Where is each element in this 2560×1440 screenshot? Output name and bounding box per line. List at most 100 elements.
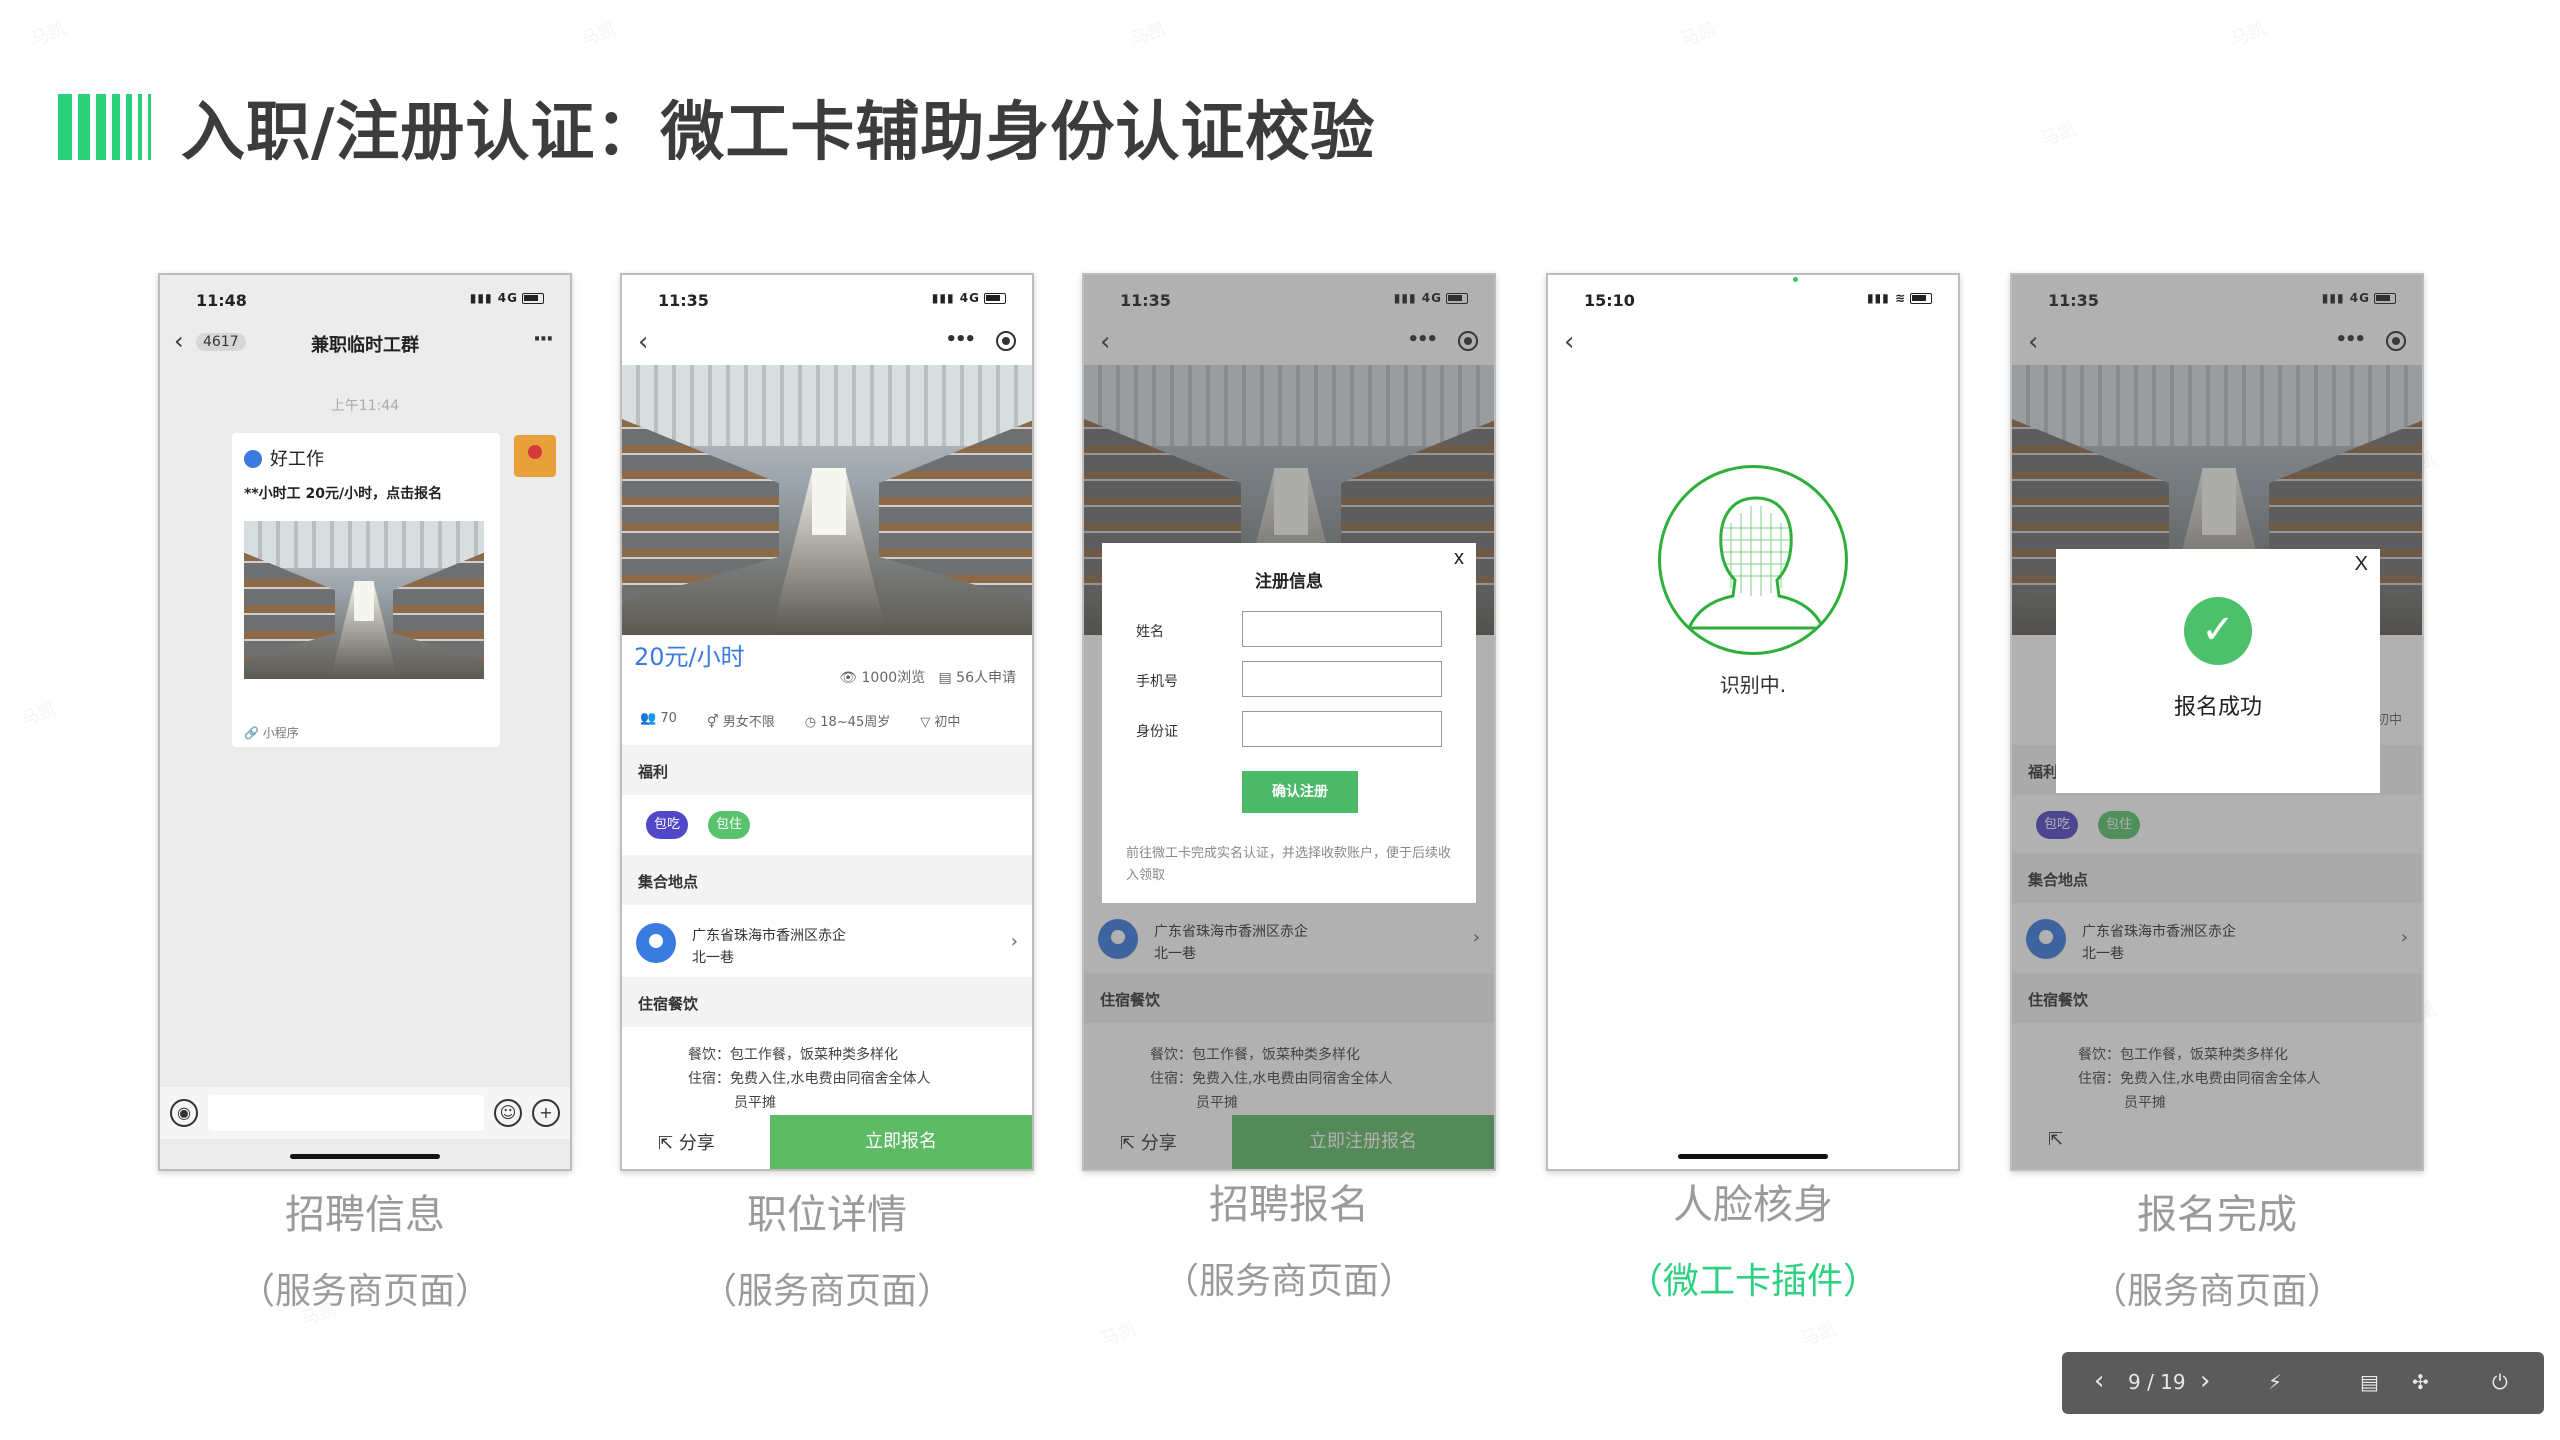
check-icon: ✓ [2184, 597, 2252, 665]
mini-program-label: 🔗 小程序 [244, 726, 299, 740]
plus-icon[interactable]: + [532, 1099, 560, 1127]
modal-title: 注册信息 [1255, 572, 1323, 592]
message-timestamp: 上午11:44 [330, 398, 400, 414]
field-label: 姓名 [1136, 624, 1164, 640]
job-stats: 👁 1000浏览 ▤ 56人申请 [839, 670, 1016, 686]
field-label: 身份证 [1136, 724, 1178, 740]
section-welfare: 福利 [622, 745, 1032, 795]
stripes-logo-icon [58, 94, 151, 160]
job-price: 20元/小时 [634, 643, 745, 671]
back-icon[interactable]: ‹ [638, 327, 648, 357]
phone-field: 手机号 [1136, 661, 1442, 699]
watermark: 马凯 [577, 15, 620, 52]
name-field: 姓名 [1136, 611, 1442, 649]
watermark: 马凯 [17, 695, 60, 732]
navbar: ‹ [1548, 321, 1958, 365]
status-bar: 15:10 ▮▮▮ ≋ [1548, 275, 1958, 325]
caption-title: 报名完成 [2137, 1192, 2297, 1238]
recording-dot-icon [1793, 277, 1798, 282]
chat-navbar: ‹ 4617 兼职临时工群 ··· [160, 321, 570, 365]
more-icon[interactable]: ··· [533, 327, 554, 352]
id-card-input[interactable] [1242, 711, 1442, 747]
navbar: ‹ ••• [622, 321, 1032, 365]
watermark: 马凯 [1677, 15, 1720, 52]
avatar[interactable] [514, 435, 556, 477]
battery-icon [984, 293, 1006, 304]
watermark: 马凯 [1097, 1315, 1140, 1352]
face-scan-icon [1658, 465, 1848, 655]
caption-signup-success: 报名完成 （服务商页面） [2010, 1182, 2424, 1314]
phone-recruit-info: 11:48 ▮▮▮ 4G ‹ 4617 兼职临时工群 ··· 上午11:44 好… [158, 273, 572, 1171]
tag-education: ▽ 初中 [920, 715, 961, 730]
status-bar: 11:48 ▮▮▮ 4G [160, 275, 570, 325]
chip-housing: 包住 [708, 811, 750, 839]
field-label: 手机号 [1136, 674, 1178, 690]
caption-subtitle: （服务商页面） [1162, 1261, 1415, 1302]
chat-input-bar: ◉ ☺ + [160, 1087, 570, 1139]
status-time: 11:35 [658, 291, 709, 310]
section-lodging: 住宿餐饮 [622, 977, 1032, 1027]
card-brand: 好工作 [244, 445, 324, 471]
home-indicator [1678, 1154, 1828, 1159]
emoji-icon[interactable]: ☺ [494, 1099, 522, 1127]
watermark: 马凯 [2227, 15, 2270, 52]
section-location: 集合地点 [622, 855, 1032, 905]
mini-program-card[interactable]: 好工作 **小时工 20元/小时，点击报名 🔗 小程序 [232, 433, 500, 747]
location-pin-icon [636, 923, 676, 963]
notes-icon[interactable]: ▤ [2360, 1370, 2379, 1394]
page-indicator: 9 / 19 [2128, 1370, 2186, 1394]
next-slide-icon[interactable]: › [2200, 1366, 2210, 1396]
signal-indicator: ▮▮▮ ≋ [1867, 291, 1932, 305]
caption-subtitle: （服务商页面） [238, 1271, 491, 1312]
confirm-register-button[interactable]: 确认注册 [1242, 771, 1358, 813]
success-text: 报名成功 [2173, 695, 2262, 720]
card-text: **小时工 20元/小时，点击报名 [244, 486, 443, 502]
location-row[interactable]: 广东省珠海市香洲区赤企 北一巷 › [636, 915, 1018, 971]
phone-signup-success: 11:35 ▮▮▮ 4G ‹ ••• 初中 福利 包吃 包住 集合地点 广东省珠… [2010, 273, 2424, 1171]
recognizing-text: 识别中. [1719, 673, 1787, 697]
lodging-details: 餐饮：包工作餐，饭菜种类多样化 住宿：免费入住,水电费由同宿舍全体人 员平摊 [688, 1047, 931, 1111]
name-input[interactable] [1242, 611, 1442, 647]
chevron-right-icon: › [1010, 931, 1018, 952]
brand-logo-icon [244, 450, 262, 468]
phone-face-verification: 15:10 ▮▮▮ ≋ ‹ 识别中. [1546, 273, 1960, 1171]
success-modal: X ✓ 报名成功 [2056, 549, 2380, 793]
slide-header: 入职/注册认证：微工卡辅助身份认证校验 [58, 92, 1375, 170]
status-time: 15:10 [1584, 291, 1635, 310]
bottom-action-bar: ⇱ 分享 立即报名 [622, 1115, 1032, 1169]
more-icon[interactable]: ••• [945, 329, 975, 350]
close-miniprogram-icon[interactable] [996, 331, 1016, 351]
status-bar: 11:35 ▮▮▮ 4G [622, 275, 1032, 325]
phone-job-detail: 11:35 ▮▮▮ 4G ‹ ••• 20元/小时 👁 1000浏览 ▤ 56人… [620, 273, 1034, 1171]
exit-fullscreen-icon[interactable]: ✣ [2412, 1370, 2429, 1394]
registration-modal: x 注册信息 姓名 手机号 身份证 确认注册 前往微工卡完成实名认证，并选择收款… [1102, 543, 1476, 903]
apply-button[interactable]: 立即报名 [770, 1115, 1032, 1169]
signal-indicator: ▮▮▮ 4G [932, 291, 1006, 305]
phone-input[interactable] [1242, 661, 1442, 697]
battery-icon [1910, 293, 1932, 304]
power-icon[interactable]: ⏻ [2492, 1370, 2508, 1394]
tag-gender: ⚥ 男女不限 [706, 715, 775, 730]
caption-registration: 招聘报名 （服务商页面） [1082, 1172, 1496, 1304]
battery-icon [522, 293, 544, 304]
caption-recruit-info: 招聘信息 （服务商页面） [158, 1182, 572, 1314]
caption-subtitle: （服务商页面） [700, 1271, 953, 1312]
back-icon[interactable]: ‹ [1564, 327, 1574, 357]
prev-slide-icon[interactable]: ‹ [2094, 1366, 2104, 1396]
signal-indicator: ▮▮▮ 4G [470, 291, 544, 305]
chat-input[interactable] [208, 1095, 484, 1131]
voice-icon[interactable]: ◉ [170, 1099, 198, 1127]
close-icon[interactable]: X [2355, 553, 2368, 576]
modal-note: 前往微工卡完成实名认证，并选择收款账户，便于后续收入领取 [1126, 846, 1452, 883]
address: 广东省珠海市香洲区赤企 北一巷 [692, 928, 846, 966]
job-tags: 👥 70 ⚥ 男女不限 ◷ 18~45周岁 ▽ 初中 [640, 711, 1020, 730]
presentation-controls: ‹ 9 / 19 › ⚡ ▤ ✣ ⏻ [2062, 1352, 2544, 1414]
caption-subtitle: （微工卡插件） [1626, 1261, 1879, 1302]
share-button[interactable]: ⇱ 分享 [658, 1129, 715, 1155]
id-card-field: 身份证 [1136, 711, 1442, 749]
watermark: 马凯 [2037, 115, 2080, 152]
laser-pointer-icon[interactable]: ⚡ [2268, 1370, 2282, 1394]
phone-registration: 11:35 ▮▮▮ 4G ‹ ••• 广东省珠海市香洲区赤企 北一巷 › 住宿餐饮… [1082, 273, 1496, 1171]
caption-job-detail: 职位详情 （服务商页面） [620, 1182, 1034, 1314]
watermark: 马凯 [1127, 15, 1170, 52]
